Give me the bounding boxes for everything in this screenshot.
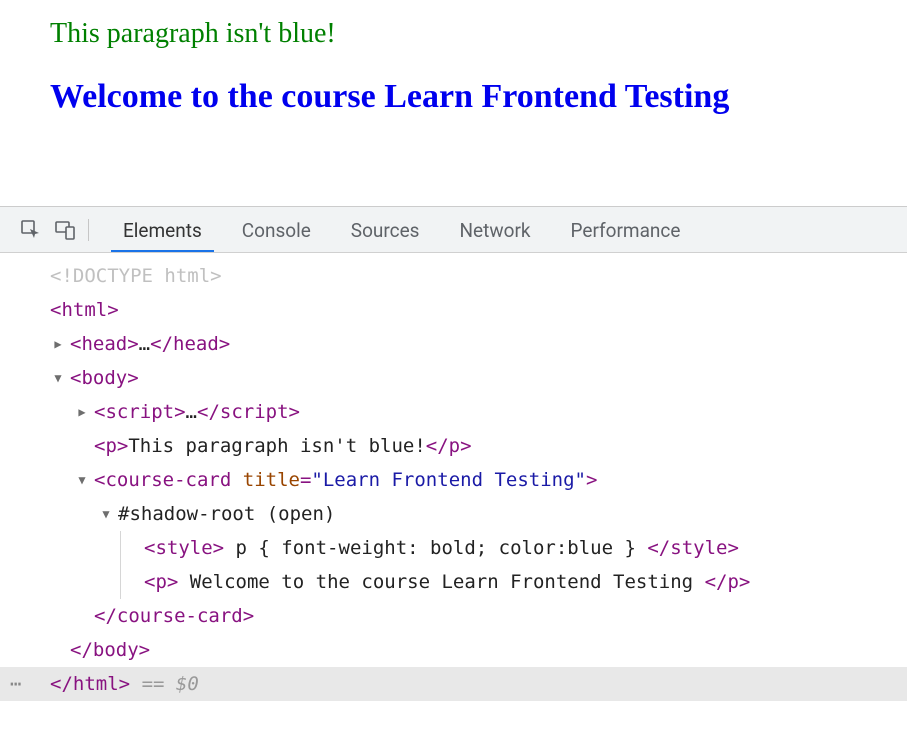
tab-network[interactable]: Network [439,209,550,251]
disclosure-expanded-icon[interactable]: ▼ [74,463,90,497]
device-toggle-icon[interactable] [48,213,82,247]
tag-body-close: body [93,639,139,661]
rendered-page: This paragraph isn't blue! Welcome to th… [0,0,907,146]
dom-tree[interactable]: <!DOCTYPE html> <html> ▶ <head>…</head> … [0,253,907,701]
tag-innerp-open: p [155,571,166,593]
dom-script[interactable]: ▶ <script>…</script> [0,395,907,429]
tag-script-open: script [105,401,174,423]
tag-head-close: head [173,333,219,355]
tag-p-open: p [105,435,116,457]
dom-head[interactable]: ▶ <head>…</head> [0,327,907,361]
dom-coursecard-open[interactable]: ▼ <course-card title="Learn Frontend Tes… [0,463,907,497]
tab-elements[interactable]: Elements [103,209,222,251]
tag-coursecard: course-card [105,469,231,491]
dom-html-open[interactable]: <html> [0,293,907,327]
tab-console[interactable]: Console [222,209,331,251]
shadow-bar [120,531,121,565]
attr-title-val: Learn Frontend Testing [323,469,575,491]
tag-p-close: p [449,435,460,457]
dom-shadowroot[interactable]: ▼ #shadow-root (open) [0,497,907,531]
innerp-text: Welcome to the course Learn Frontend Tes… [178,571,704,593]
p-text: This paragraph isn't blue! [128,435,425,457]
dom-body-open[interactable]: ▼ <body> [0,361,907,395]
tag-script-close: script [220,401,289,423]
disclosure-collapsed-icon[interactable]: ▶ [74,395,90,429]
tab-sources[interactable]: Sources [331,209,440,251]
tag-head-open: head [81,333,127,355]
disclosure-expanded-icon[interactable]: ▼ [98,497,114,531]
doctype-text: <!DOCTYPE html> [50,265,222,287]
blue-heading: Welcome to the course Learn Frontend Tes… [50,78,857,116]
disclosure-expanded-icon[interactable]: ▼ [50,361,66,395]
tag-style-close: style [670,537,727,559]
tag-body: body [81,367,127,389]
dom-body-close[interactable]: </body> [0,633,907,667]
disclosure-collapsed-icon[interactable]: ▶ [50,327,66,361]
gutter-ellipsis: ⋯ [10,667,22,701]
dom-coursecard-close[interactable]: </course-card> [0,599,907,633]
tag-coursecard-close: course-card [117,605,243,627]
dom-p-outer[interactable]: <p>This paragraph isn't blue!</p> [0,429,907,463]
tag-html: html [61,299,107,321]
dom-doctype[interactable]: <!DOCTYPE html> [0,259,907,293]
devtools-panel: Elements Console Sources Network Perform… [0,206,907,701]
shadowroot-label: #shadow-root (open) [118,503,335,525]
script-ellipsis: … [186,401,197,423]
tag-innerp-close: p [727,571,738,593]
inspect-icon[interactable] [14,213,48,247]
attr-title-name: title [243,469,300,491]
eq-zero: == $0 [142,673,199,695]
toolbar-divider [88,219,89,241]
tab-performance[interactable]: Performance [551,209,701,251]
dom-inner-p[interactable]: <p> Welcome to the course Learn Frontend… [0,565,907,599]
style-text: p { font-weight: bold; color:blue } [224,537,647,559]
dom-html-close[interactable]: ⋯ </html> == $0 [0,667,907,701]
dom-style[interactable]: <style> p { font-weight: bold; color:blu… [0,531,907,565]
head-ellipsis: … [139,333,150,355]
shadow-bar [120,565,121,599]
green-paragraph: This paragraph isn't blue! [50,18,857,50]
devtools-toolbar: Elements Console Sources Network Perform… [0,207,907,253]
tag-style-open: style [155,537,212,559]
tag-html-close: html [73,673,119,695]
